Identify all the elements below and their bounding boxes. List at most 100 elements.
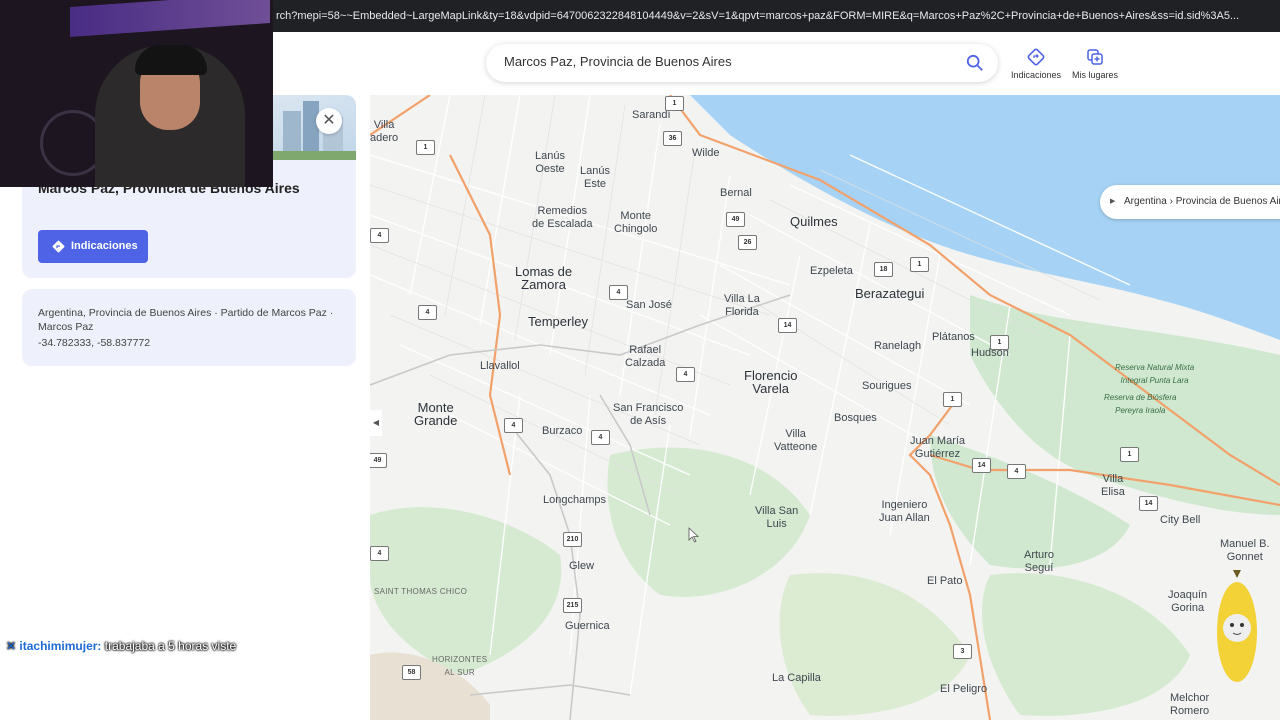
route-shield: 58 <box>402 665 421 680</box>
place-label-line: Elisa <box>1101 486 1125 498</box>
place-label-lanus-este[interactable]: Lanús Este <box>580 165 610 191</box>
place-label-city-bell[interactable]: City Bell <box>1160 514 1200 527</box>
my-places-label: Mis lugares <box>1071 70 1118 80</box>
place-label-arturo-segui[interactable]: Arturo Seguí <box>1024 549 1054 575</box>
place-thumbnail <box>273 95 356 161</box>
search-icon[interactable] <box>966 54 984 72</box>
place-label-longchamps[interactable]: Longchamps <box>543 494 606 507</box>
route-shield: 14 <box>778 318 797 333</box>
place-label-wilde[interactable]: Wilde <box>692 147 720 160</box>
directions-icon <box>1027 48 1045 66</box>
place-label-line: Villa <box>785 428 806 440</box>
minor-place-label: SAINT THOMAS CHICO <box>374 587 468 596</box>
place-label-line: Manuel B. <box>1220 538 1270 550</box>
place-label-bosques[interactable]: Bosques <box>834 412 877 425</box>
place-label-berazategui[interactable]: Berazategui <box>855 287 924 300</box>
stream-chat-message: ✕ itachimimujer: trabajaba a 5 horas vis… <box>6 639 236 653</box>
route-shield: 18 <box>874 262 893 277</box>
place-label-line: Gutiérrez <box>914 448 961 460</box>
place-label-line: Quilmes <box>790 214 838 229</box>
place-label-san-francisco-de-asis[interactable]: San Francisco de Asís <box>613 402 683 428</box>
chevron-right-icon: ▶ <box>1110 198 1116 205</box>
place-label-villa-madero[interactable]: Villa adero <box>370 119 398 145</box>
my-places-icon <box>1087 49 1103 65</box>
route-shield: 1 <box>416 140 435 155</box>
place-label-line: Lanús <box>535 150 565 162</box>
place-label-bernal[interactable]: Bernal <box>720 187 752 200</box>
place-label-monte-grande[interactable]: Monte Grande <box>414 401 457 427</box>
place-label-line: Wilde <box>692 147 720 159</box>
place-label-villa-san-luis[interactable]: Villa San Luis <box>755 505 798 531</box>
place-label-line: Vatteone <box>774 441 818 453</box>
place-label-line: San Francisco <box>613 402 684 414</box>
place-label-ingeniero-juan-allan[interactable]: Ingeniero Juan Allan <box>879 499 930 525</box>
route-shield: 49 <box>370 453 387 468</box>
route-shield: 4 <box>1007 464 1026 479</box>
minor-place-label: HORIZONTES AL SUR <box>432 653 487 679</box>
route-shield: 215 <box>563 598 582 613</box>
place-label-line: Temperley <box>528 314 588 329</box>
place-label-el-peligro[interactable]: El Peligro <box>940 683 987 696</box>
place-label-manuel-b-gonnet[interactable]: Manuel B. Gonnet <box>1220 538 1270 564</box>
place-label-line: Ingeniero <box>881 499 928 511</box>
place-label-line: Este <box>583 178 606 190</box>
place-label-remedios-de-escalada[interactable]: Remedios de Escalada <box>532 205 593 231</box>
search-input[interactable] <box>502 53 946 70</box>
place-label-ezpeleta[interactable]: Ezpeleta <box>810 265 853 278</box>
place-label-line: Florida <box>725 306 759 318</box>
place-label-line: Villa <box>1102 473 1124 485</box>
place-label-line: Ranelagh <box>874 340 922 352</box>
collapse-panel-button[interactable]: ◀ <box>370 410 382 436</box>
breadcrumb-text: Argentina › Provincia de Buenos Aires <box>1124 196 1280 207</box>
banana-cat-sticker <box>1217 570 1257 682</box>
route-shield: 1 <box>665 96 684 111</box>
place-label-temperley[interactable]: Temperley <box>528 315 588 328</box>
place-label-line: Joaquín <box>1168 589 1208 601</box>
my-places-button[interactable]: Mis lugares <box>1063 48 1127 80</box>
park-line: Reserva Natural Mixta <box>1115 363 1195 372</box>
place-label-lomas-de-zamora[interactable]: Lomas de Zamora <box>515 265 572 291</box>
close-panel-button[interactable]: ✕ <box>316 108 342 134</box>
close-icon: ✕ <box>322 112 336 129</box>
place-label-lanus-oeste[interactable]: Lanús Oeste <box>535 150 565 176</box>
chat-icon: ✕ <box>6 639 17 653</box>
place-label-line: Juan Allan <box>879 512 930 524</box>
place-label-glew[interactable]: Glew <box>569 560 594 573</box>
place-label-sourigues[interactable]: Sourigues <box>862 380 912 393</box>
place-label-line: de Asís <box>630 415 667 427</box>
place-label-florencio-varela[interactable]: Florencio Varela <box>744 369 797 395</box>
webcam-light <box>70 0 270 37</box>
place-label-villa-la-florida[interactable]: Villa La Florida <box>724 293 760 319</box>
place-label-line: Bernal <box>720 187 752 199</box>
place-label-llavallol[interactable]: Llavallol <box>480 360 520 373</box>
place-label-line: Luis <box>766 518 787 530</box>
place-label-juan-maria-gutierrez[interactable]: Juan María Gutiérrez <box>910 435 965 461</box>
place-label-ranelagh[interactable]: Ranelagh <box>874 340 921 353</box>
place-label-sarandi[interactable]: Sarandí <box>632 109 671 122</box>
location-breadcrumb[interactable]: ▶ Argentina › Provincia de Buenos Aires <box>1100 185 1280 219</box>
place-label-melchor-romero[interactable]: Melchor Romero <box>1170 692 1209 718</box>
place-label-platanos[interactable]: Plátanos <box>932 331 975 344</box>
search-box[interactable] <box>486 44 998 82</box>
place-label-san-jose[interactable]: San José <box>626 299 672 312</box>
place-coordinates[interactable]: -34.782333, -58.837772 <box>38 337 150 349</box>
place-label-villa-elisa[interactable]: Villa Elisa <box>1101 473 1125 499</box>
directions-icon <box>52 240 65 253</box>
place-label-quilmes[interactable]: Quilmes <box>790 215 838 228</box>
place-label-line: Lanús <box>580 165 610 177</box>
place-label-guernica[interactable]: Guernica <box>565 620 610 633</box>
directions-button[interactable]: Indicaciones <box>38 230 148 263</box>
url-text: rch?mepi=58~~Embedded~LargeMapLink&ty=18… <box>276 10 1240 22</box>
place-label-joaquin-gorina[interactable]: Joaquín Gorina <box>1168 589 1207 615</box>
park-label: Reserva Natural Mixta Integral Punta Lara <box>1115 361 1194 387</box>
place-label-line: Guernica <box>565 620 610 632</box>
directions-top-button[interactable]: Indicaciones <box>1004 48 1068 80</box>
place-label-line: Gonnet <box>1226 551 1263 563</box>
place-label-burzaco[interactable]: Burzaco <box>542 425 582 438</box>
place-label-villa-vatteone[interactable]: Villa Vatteone <box>774 428 817 454</box>
place-label-rafael-calzada[interactable]: Rafael Calzada <box>625 344 665 370</box>
place-label-monte-chingolo[interactable]: Monte Chingolo <box>614 210 657 236</box>
place-label-la-capilla[interactable]: La Capilla <box>772 672 821 685</box>
directions-top-label: Indicaciones <box>1010 70 1062 80</box>
place-label-el-pato[interactable]: El Pato <box>927 575 962 588</box>
